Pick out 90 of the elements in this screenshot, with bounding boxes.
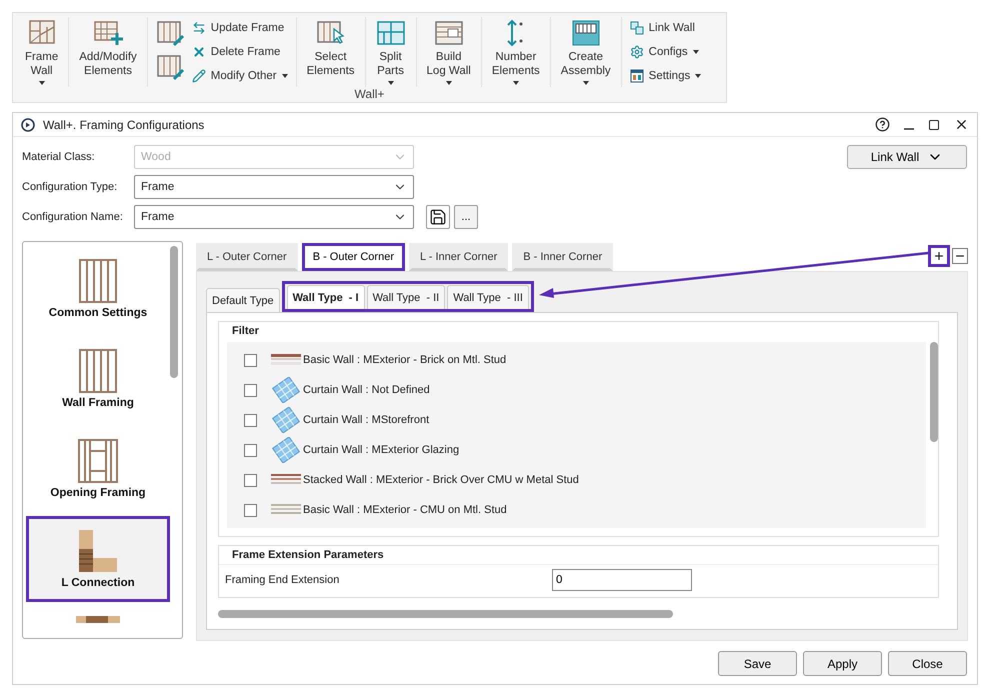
tab[interactable]: B - Outer Corner xyxy=(302,243,405,271)
wall-frame-icon xyxy=(26,19,57,47)
wall-layers-icon xyxy=(271,504,301,516)
field-label: Configuration Name: xyxy=(22,211,124,223)
beam-icon xyxy=(76,616,120,622)
caret-icon xyxy=(388,81,394,85)
link-wall-button[interactable]: Link Wall xyxy=(847,145,967,169)
tab[interactable]: L - Outer Corner xyxy=(196,243,298,271)
field-label: Configuration Type: xyxy=(22,181,118,193)
ribbon-button[interactable]: Build Log Wall xyxy=(424,17,473,87)
plus-icon xyxy=(933,250,945,262)
add-button[interactable] xyxy=(928,245,950,267)
split-grid-icon xyxy=(376,19,406,47)
dialog-button[interactable]: Close xyxy=(888,651,967,676)
ribbon-button[interactable]: Update Frame xyxy=(192,17,288,39)
caret-icon xyxy=(512,81,519,85)
checkbox[interactable] xyxy=(244,384,257,396)
caret-icon xyxy=(446,81,452,85)
checkbox[interactable] xyxy=(244,504,257,516)
checkbox[interactable] xyxy=(244,414,257,426)
studs-icon xyxy=(79,259,117,303)
field-label: Framing End Extension xyxy=(225,574,340,586)
input-field[interactable]: 0 xyxy=(552,569,692,591)
dropdown-field[interactable]: Frame xyxy=(134,205,414,229)
delete-icon xyxy=(192,45,206,59)
assembly-icon xyxy=(570,19,601,47)
group-title: Frame Extension Parameters xyxy=(231,548,385,563)
list-item-label: Curtain Wall : MStorefront xyxy=(303,414,430,426)
ribbon-button[interactable]: Split Parts xyxy=(374,17,408,87)
more-button[interactable]: ... xyxy=(454,205,478,229)
window-title: Wall+. Framing Configurations xyxy=(43,118,206,132)
list-item-label: Stacked Wall : MExterior - Brick Over CMU w Metal Stud xyxy=(303,474,579,486)
settings-icon xyxy=(630,45,644,59)
caret-icon xyxy=(695,74,702,78)
close-icon[interactable] xyxy=(954,117,969,132)
ribbon-button[interactable]: Delete Frame xyxy=(192,41,288,63)
ribbon-button[interactable]: Link Wall xyxy=(630,17,702,39)
list-item-label: Basic Wall : MExterior - Brick on Mtl. Stud xyxy=(303,354,506,366)
list-item-label: Curtain Wall : MExterior Glazing xyxy=(303,444,460,456)
link-squares-icon xyxy=(630,21,644,35)
frame-select-icon xyxy=(316,19,346,47)
dialog-button[interactable]: Save xyxy=(718,651,797,676)
l-corner-icon xyxy=(78,529,118,573)
tab[interactable]: L - Inner Corner xyxy=(409,243,508,271)
dropdown-field[interactable]: Frame xyxy=(134,175,414,199)
ribbon-button[interactable]: Frame Wall xyxy=(23,17,60,87)
studs-icon xyxy=(79,349,117,393)
swap-arrows-icon xyxy=(192,21,206,35)
remove-button[interactable] xyxy=(952,248,968,264)
list-item-label: Basic Wall : MExterior - CMU on Mtl. Stud xyxy=(303,504,507,516)
tab[interactable]: Default Type xyxy=(206,288,280,312)
checkbox[interactable] xyxy=(244,444,257,456)
ribbon-button[interactable]: Configs xyxy=(630,41,702,63)
ribbon-button[interactable]: Add/Modify Elements xyxy=(77,17,139,87)
ribbon-button[interactable]: Create Assembly xyxy=(558,17,613,87)
opening-frame-icon xyxy=(78,439,118,483)
panel-label: Wall+ xyxy=(354,87,386,103)
wall-layers-icon xyxy=(271,354,301,366)
frame-edit-icon xyxy=(156,19,186,47)
pencil-icon xyxy=(192,69,206,83)
frame-add-icon xyxy=(93,19,123,47)
maximize-icon[interactable] xyxy=(928,118,940,130)
ribbon-button[interactable]: Number Elements xyxy=(490,17,542,87)
log-wall-icon xyxy=(434,19,464,47)
frame-edit-icon xyxy=(156,53,186,81)
numbering-icon xyxy=(507,19,524,47)
checkbox[interactable] xyxy=(244,354,257,366)
tab[interactable]: Wall Type - I xyxy=(286,285,365,309)
ribbon-button[interactable]: Modify Other xyxy=(192,65,288,87)
ribbon-button[interactable]: Select Elements xyxy=(304,17,357,87)
sidebar-item[interactable]: L Connection xyxy=(26,516,170,602)
scrollbar[interactable] xyxy=(218,610,673,618)
checkbox[interactable] xyxy=(244,474,257,486)
save-button[interactable] xyxy=(426,205,450,229)
caret-icon xyxy=(582,81,589,85)
app-logo-icon xyxy=(21,118,35,132)
tab[interactable]: B - Inner Corner xyxy=(512,243,614,271)
help-icon[interactable] xyxy=(875,117,890,132)
wall-layers-icon xyxy=(271,474,301,486)
group-title: Filter xyxy=(231,324,260,339)
dialog-button[interactable]: Apply xyxy=(803,651,882,676)
ribbon-button[interactable]: Settings xyxy=(630,65,702,87)
tab[interactable]: Wall Type - II xyxy=(366,285,446,309)
list-item-label: Curtain Wall : Not Defined xyxy=(303,384,430,396)
settings-panel-icon xyxy=(630,69,644,83)
caret-icon xyxy=(282,74,288,78)
field-label: Material Class: xyxy=(22,151,96,163)
tab[interactable]: Wall Type - III xyxy=(447,285,529,309)
caret-icon xyxy=(38,81,45,85)
caret-icon xyxy=(692,50,699,54)
